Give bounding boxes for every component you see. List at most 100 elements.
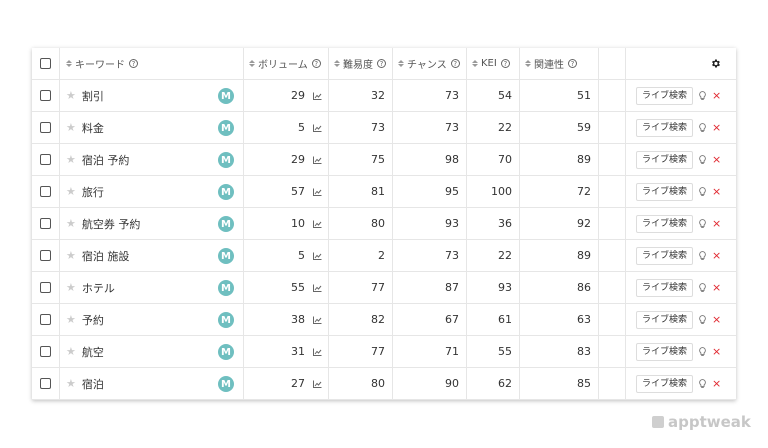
lightbulb-icon[interactable] [699,346,706,357]
delete-icon[interactable]: × [712,377,721,390]
help-icon[interactable]: ? [500,59,510,68]
difficulty-cell: 82 [328,304,392,335]
chance-value: 87 [445,281,459,294]
delete-icon[interactable]: × [712,217,721,230]
row-checkbox[interactable] [40,186,51,197]
chance-cell: 87 [392,272,466,303]
help-icon[interactable]: ? [568,59,577,68]
live-search-button[interactable]: ライブ検索 [636,86,694,105]
trend-chart-icon[interactable] [313,284,322,292]
relevance-value: 85 [577,377,591,390]
star-icon[interactable]: ★ [66,153,76,166]
lightbulb-icon[interactable] [699,282,706,293]
table-row: ★ 旅行 M 57 81 95 100 72 ライブ検索 × [32,176,736,208]
help-icon[interactable]: ? [129,59,138,68]
kei-cell: 55 [466,336,519,367]
difficulty-value: 32 [371,89,385,102]
kei-cell: 93 [466,272,519,303]
live-search-button[interactable]: ライブ検索 [636,118,694,137]
delete-icon[interactable]: × [712,185,721,198]
header-relevance[interactable]: 関連性 ? [525,48,577,79]
delete-icon[interactable]: × [712,249,721,262]
live-search-button[interactable]: ライブ検索 [636,278,694,297]
trend-chart-icon[interactable] [313,92,322,100]
live-search-button[interactable]: ライブ検索 [636,374,694,393]
header-volume[interactable]: ボリューム ? [249,48,321,79]
lightbulb-icon[interactable] [699,186,706,197]
difficulty-cell: 77 [328,336,392,367]
trend-chart-icon[interactable] [313,316,322,324]
star-icon[interactable]: ★ [66,377,76,390]
lightbulb-icon[interactable] [699,314,706,325]
row-checkbox[interactable] [40,314,51,325]
actions-cell: ライブ検索 × [636,176,721,207]
delete-icon[interactable]: × [712,281,721,294]
row-checkbox[interactable] [40,218,51,229]
m-badge: M [218,344,234,360]
table-row: ★ 宿泊 M 27 80 90 62 85 ライブ検索 × [32,368,736,400]
watermark-text: apptweak [668,413,751,431]
star-icon[interactable]: ★ [66,249,76,262]
delete-icon[interactable]: × [712,89,721,102]
star-icon[interactable]: ★ [66,345,76,358]
lightbulb-icon[interactable] [699,122,706,133]
trend-chart-icon[interactable] [313,220,322,228]
star-icon[interactable]: ★ [66,185,76,198]
live-search-button[interactable]: ライブ検索 [636,182,694,201]
trend-chart-icon[interactable] [313,380,322,388]
chance-cell: 71 [392,336,466,367]
help-icon[interactable]: ? [377,59,386,68]
star-icon[interactable]: ★ [66,281,76,294]
kei-value: 61 [498,313,512,326]
keyword-cell: ★ 予約 M [66,304,243,335]
delete-icon[interactable]: × [712,345,721,358]
row-checkbox[interactable] [40,250,51,261]
lightbulb-icon[interactable] [699,154,706,165]
star-icon[interactable]: ★ [66,89,76,102]
live-search-button[interactable]: ライブ検索 [636,342,694,361]
live-search-button[interactable]: ライブ検索 [636,246,694,265]
lightbulb-icon[interactable] [699,250,706,261]
header-kei[interactable]: KEI ? [472,48,510,79]
star-icon[interactable]: ★ [66,313,76,326]
trend-chart-icon[interactable] [313,188,322,196]
select-all-checkbox[interactable] [40,58,51,69]
delete-icon[interactable]: × [712,121,721,134]
gear-icon[interactable] [710,58,721,69]
help-icon[interactable]: ? [311,59,321,68]
trend-chart-icon[interactable] [313,348,322,356]
trend-chart-icon[interactable] [313,252,322,260]
delete-icon[interactable]: × [712,153,721,166]
relevance-cell: 85 [519,368,598,399]
trend-chart-icon[interactable] [313,156,322,164]
volume-cell: 38 [243,304,328,335]
volume-cell: 57 [243,176,328,207]
live-search-button[interactable]: ライブ検索 [636,214,694,233]
help-icon[interactable]: ? [450,59,460,68]
table-row: ★ 航空 M 31 77 71 55 83 ライブ検索 × [32,336,736,368]
kei-cell: 61 [466,304,519,335]
row-checkbox[interactable] [40,154,51,165]
row-checkbox[interactable] [40,378,51,389]
star-icon[interactable]: ★ [66,217,76,230]
row-checkbox[interactable] [40,122,51,133]
live-search-button[interactable]: ライブ検索 [636,310,694,329]
trend-chart-icon[interactable] [313,124,322,132]
volume-cell: 29 [243,80,328,111]
header-chance-label: チャンス [407,60,447,71]
row-checkbox-cell [40,368,52,399]
difficulty-value: 2 [378,249,385,262]
header-difficulty[interactable]: 難易度 ? [334,48,386,79]
keyword-cell: ★ ホテル M [66,272,243,303]
row-checkbox[interactable] [40,90,51,101]
header-chance[interactable]: チャンス ? [398,48,460,79]
header-keyword[interactable]: キーワード ? [66,48,138,79]
live-search-button[interactable]: ライブ検索 [636,150,694,169]
lightbulb-icon[interactable] [699,218,706,229]
row-checkbox[interactable] [40,282,51,293]
delete-icon[interactable]: × [712,313,721,326]
lightbulb-icon[interactable] [699,90,706,101]
lightbulb-icon[interactable] [699,378,706,389]
star-icon[interactable]: ★ [66,121,76,134]
row-checkbox[interactable] [40,346,51,357]
